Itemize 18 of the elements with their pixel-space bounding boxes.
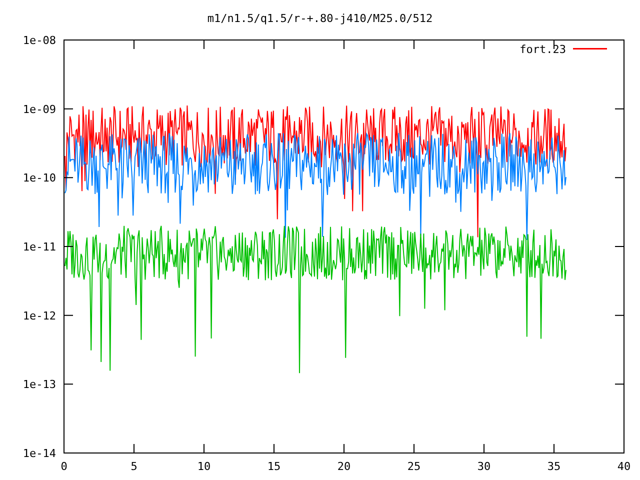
x-tick-label: 5 bbox=[130, 460, 138, 473]
x-tick-label: 40 bbox=[617, 460, 631, 473]
legend-label: fort.23 bbox=[520, 43, 566, 56]
y-tick-label: 1e-10 bbox=[22, 172, 56, 185]
chart-title: m1/n1.5/q1.5/r-+.80-j410/M25.0/512 bbox=[207, 12, 433, 25]
y-tick-label: 1e-12 bbox=[22, 309, 56, 322]
x-tick-label: 0 bbox=[60, 460, 68, 473]
x-tick-label: 30 bbox=[477, 460, 491, 473]
x-tick-label: 15 bbox=[267, 460, 281, 473]
x-tick-label: 25 bbox=[407, 460, 421, 473]
y-tick-label: 1e-11 bbox=[22, 240, 56, 254]
y-tick-label: 1e-08 bbox=[22, 34, 56, 47]
y-tick-label: 1e-13 bbox=[22, 378, 56, 392]
x-tick-label: 10 bbox=[197, 460, 211, 473]
y-tick-label: 1e-14 bbox=[22, 447, 56, 460]
x-tick-label: 20 bbox=[337, 460, 351, 473]
y-tick-label: 1e-09 bbox=[22, 102, 56, 116]
x-tick-label: 35 bbox=[547, 460, 561, 473]
